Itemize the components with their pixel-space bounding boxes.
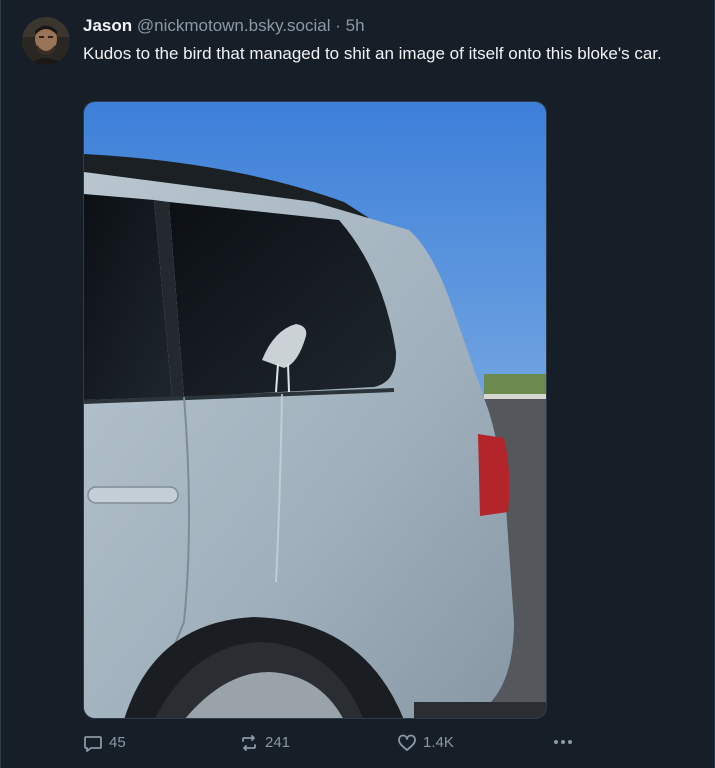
reply-count: 45: [109, 734, 126, 751]
car-photo: [84, 102, 546, 718]
like-button[interactable]: 1.4K: [397, 732, 454, 754]
avatar[interactable]: [22, 17, 70, 65]
repost-count: 241: [265, 734, 291, 751]
avatar-image: [22, 17, 70, 65]
author-handle[interactable]: @nickmotown.bsky.social: [137, 16, 331, 35]
separator-dot: ·: [335, 16, 341, 35]
ellipsis-icon: [554, 740, 572, 744]
post-timestamp[interactable]: 5h: [346, 16, 365, 35]
repost-arrows-icon: [242, 735, 256, 751]
author-name[interactable]: Jason: [83, 16, 132, 35]
post-image[interactable]: [83, 101, 547, 719]
repost-button[interactable]: 241: [239, 732, 290, 754]
speech-bubble-icon: [84, 736, 102, 752]
post[interactable]: Jason @nickmotown.bsky.social · 5h Kudos…: [0, 0, 715, 768]
like-count: 1.4K: [423, 734, 454, 751]
heart-icon: [398, 734, 416, 751]
post-text: Kudos to the bird that managed to shit a…: [83, 44, 662, 63]
post-header: Jason @nickmotown.bsky.social · 5h: [83, 15, 365, 37]
post-actions: 45 241 1.4K: [1, 732, 715, 756]
more-options-button[interactable]: [552, 732, 574, 752]
reply-button[interactable]: 45: [83, 732, 126, 754]
